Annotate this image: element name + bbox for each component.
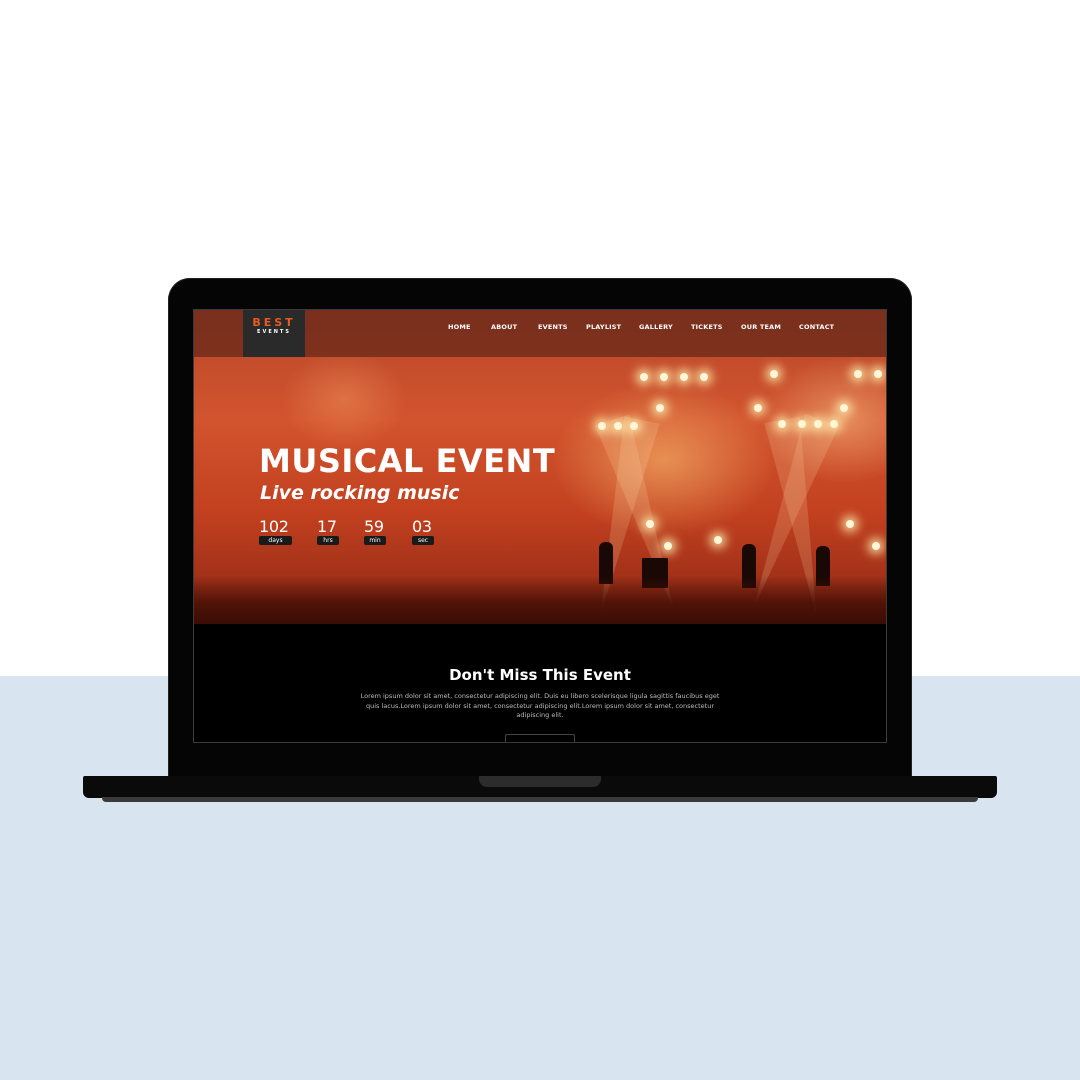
nav-item-contact[interactable]: CONTACT [799,323,834,331]
stage-light [646,520,654,528]
section-text: Lorem ipsum dolor sit amet, consectetur … [360,692,720,719]
stage-light [840,404,848,412]
laptop-base-shadow [102,797,978,802]
countdown-minutes-value: 59 [364,517,384,536]
hero-title: MUSICAL EVENT [259,442,556,480]
crowd-silhouette [194,576,886,624]
stage-light [680,373,688,381]
countdown-days-label: days [259,536,292,545]
stage-light [714,536,722,544]
laptop-screen: BEST EVENTS HOME ABOUT EVENTS PLAYLIST G… [193,309,887,743]
stage-light [754,404,762,412]
section-title: Don't Miss This Event [449,666,631,684]
countdown-seconds-value: 03 [412,517,432,536]
stage-light [700,373,708,381]
nav-item-our-team[interactable]: OUR TEAM [741,323,781,331]
countdown-hours-value: 17 [317,517,337,536]
stage-light [814,420,822,428]
stage-light [640,373,648,381]
stage-light [778,420,786,428]
nav-item-home[interactable]: HOME [448,323,471,331]
nav-item-about[interactable]: ABOUT [491,323,517,331]
hero-subtitle: Live rocking music [260,482,460,504]
stage-light [664,542,672,550]
nav-item-gallery[interactable]: GALLERY [639,323,673,331]
countdown-hours-label: hrs [317,536,339,545]
stage-light [846,520,854,528]
nav-item-events[interactable]: EVENTS [538,323,568,331]
laptop-notch [479,776,601,787]
stage-light [874,370,882,378]
countdown-seconds-label: sec [412,536,434,545]
section-button[interactable] [505,734,575,742]
stage-light [830,420,838,428]
stage-light [630,422,638,430]
stage-light [872,542,880,550]
stage-light [798,420,806,428]
stage-light [614,422,622,430]
nav-item-playlist[interactable]: PLAYLIST [586,323,621,331]
stage-light [660,373,668,381]
countdown-days-value: 102 [259,517,289,536]
top-navbar: BEST EVENTS HOME ABOUT EVENTS PLAYLIST G… [194,310,886,357]
stage-light [770,370,778,378]
logo-tagline: EVENTS [257,329,291,335]
stage-light [656,404,664,412]
site-logo[interactable]: BEST EVENTS [243,310,305,357]
stage-light [854,370,862,378]
logo-wordmark: BEST [252,316,296,329]
stage-light [598,422,606,430]
countdown-minutes-label: min [364,536,386,545]
nav-item-tickets[interactable]: TICKETS [691,323,723,331]
